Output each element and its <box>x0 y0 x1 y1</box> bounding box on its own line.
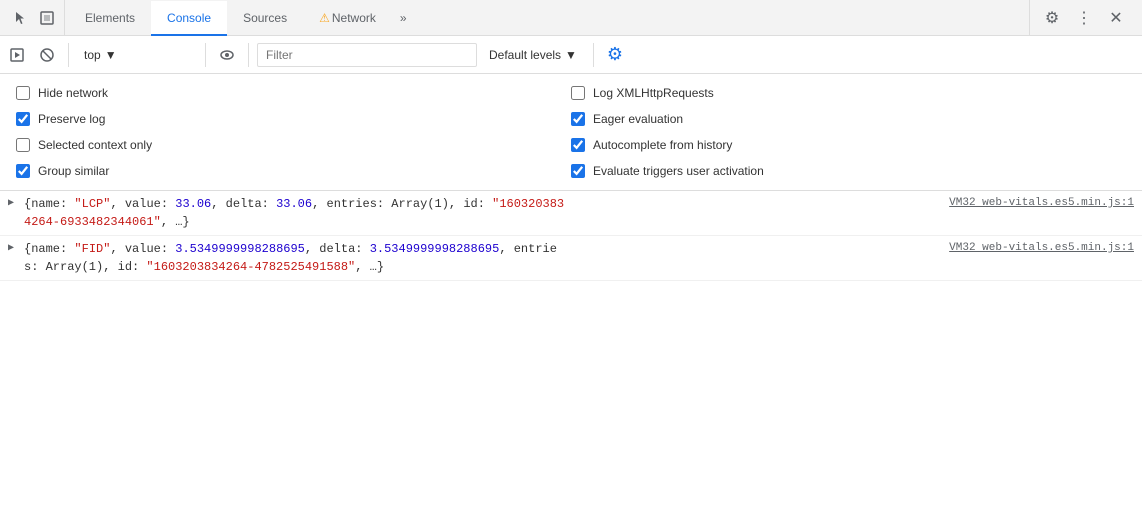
number-value: 33.06 <box>276 197 312 211</box>
checkbox-label-evaluate-triggers[interactable]: Evaluate triggers user activation <box>593 164 764 178</box>
number-value: 33.06 <box>175 197 211 211</box>
inspect-icon[interactable] <box>38 9 56 27</box>
toolbar-row: top ▼ Default levels ▼ ⚙ <box>0 36 1142 74</box>
console-entry-link[interactable]: VM32 web-vitals.es5.min.js:1 <box>949 240 1134 257</box>
console-line: 4264-6933482344061", …} <box>24 213 1134 231</box>
checkbox-label-eager-eval[interactable]: Eager evaluation <box>593 112 683 126</box>
clear-icon[interactable] <box>34 42 60 68</box>
divider-2 <box>205 43 206 67</box>
levels-button[interactable]: Default levels ▼ <box>481 46 585 64</box>
console-entry-lcp-entry: VM32 web-vitals.es5.min.js:1 ▶ {name: "LCP… <box>0 191 1142 236</box>
checkboxes-area: Hide network Log XMLHttpRequests Preserve … <box>0 74 1142 191</box>
number-value: 3.5349999998288695 <box>370 242 500 256</box>
divider-4 <box>593 43 594 67</box>
plain-text: , delta: <box>305 242 370 256</box>
checkbox-row: Preserve log <box>16 108 571 130</box>
checkbox-hide-network[interactable] <box>16 86 30 100</box>
number-value: 3.5349999998288695 <box>175 242 305 256</box>
context-arrow: ▼ <box>105 48 117 62</box>
execute-icon[interactable] <box>4 42 30 68</box>
tab-elements[interactable]: Elements <box>69 1 151 36</box>
plain-text: s: Array(1), id: <box>24 260 146 274</box>
checkbox-group-similar[interactable] <box>16 164 30 178</box>
checkbox-label-group-similar[interactable]: Group similar <box>38 164 109 178</box>
checkbox-row: Selected context only <box>16 134 571 156</box>
plain-text: , value: <box>110 197 175 211</box>
checkbox-autocomplete-history[interactable] <box>571 138 585 152</box>
plain-text: , delta: <box>211 197 276 211</box>
tab-console[interactable]: Console <box>151 1 227 36</box>
checkbox-label-log-xmlhttp[interactable]: Log XMLHttpRequests <box>593 86 714 100</box>
string-value: "FID" <box>74 242 110 256</box>
tab-bar-right: ⚙ ⋮ ✕ <box>1029 0 1138 35</box>
devtools-icons <box>4 0 65 35</box>
tab-bar: Elements Console Sources ⚠ Network » ⚙ ⋮… <box>0 0 1142 36</box>
string-value: "1603203834264-4782525491588" <box>146 260 355 274</box>
divider-3 <box>248 43 249 67</box>
checkbox-label-selected-context[interactable]: Selected context only <box>38 138 152 152</box>
plain-text: , value: <box>110 242 175 256</box>
console-entry-fid-entry: VM32 web-vitals.es5.min.js:1 ▶ {name: "FID… <box>0 236 1142 281</box>
plain-text: , entries: Array(1), id: <box>312 197 492 211</box>
warning-icon: ⚠ <box>319 11 330 25</box>
eye-icon[interactable] <box>214 42 240 68</box>
checkbox-label-autocomplete-history[interactable]: Autocomplete from history <box>593 138 732 152</box>
string-value: "160320383 <box>492 197 564 211</box>
plain-text: , …} <box>355 260 384 274</box>
console-settings-icon[interactable]: ⚙ <box>602 42 628 68</box>
plain-text: {name: <box>24 197 74 211</box>
tab-network[interactable]: ⚠ Network <box>303 1 392 36</box>
checkbox-selected-context[interactable] <box>16 138 30 152</box>
expand-arrow[interactable]: ▶ <box>8 196 14 211</box>
checkbox-preserve-log[interactable] <box>16 112 30 126</box>
levels-arrow: ▼ <box>565 48 577 62</box>
checkbox-row: Log XMLHttpRequests <box>571 82 1126 104</box>
tab-sources[interactable]: Sources <box>227 1 303 36</box>
checkbox-label-hide-network[interactable]: Hide network <box>38 86 108 100</box>
context-selector[interactable]: top ▼ <box>77 45 197 65</box>
checkbox-evaluate-triggers[interactable] <box>571 164 585 178</box>
checkbox-row: Hide network <box>16 82 571 104</box>
cursor-icon[interactable] <box>12 9 30 27</box>
settings-icon[interactable]: ⚙ <box>1038 4 1066 32</box>
checkbox-eager-eval[interactable] <box>571 112 585 126</box>
checkbox-log-xmlhttp[interactable] <box>571 86 585 100</box>
checkbox-row: Evaluate triggers user activation <box>571 160 1126 182</box>
filter-input[interactable] <box>257 43 477 67</box>
checkbox-row: Group similar <box>16 160 571 182</box>
console-entry-link[interactable]: VM32 web-vitals.es5.min.js:1 <box>949 195 1134 212</box>
checkbox-row: Autocomplete from history <box>571 134 1126 156</box>
more-tabs-button[interactable]: » <box>392 11 415 25</box>
more-options-icon[interactable]: ⋮ <box>1070 4 1098 32</box>
string-value: "LCP" <box>74 197 110 211</box>
expand-arrow[interactable]: ▶ <box>8 241 14 256</box>
close-icon[interactable]: ✕ <box>1102 4 1130 32</box>
plain-text: , entrie <box>499 242 557 256</box>
checkbox-row: Eager evaluation <box>571 108 1126 130</box>
console-output: VM32 web-vitals.es5.min.js:1 ▶ {name: "LCP… <box>0 191 1142 281</box>
plain-text: {name: <box>24 242 74 256</box>
plain-text: , …} <box>161 215 190 229</box>
console-line: s: Array(1), id: "1603203834264-47825254… <box>24 258 1134 276</box>
divider-1 <box>68 43 69 67</box>
checkbox-label-preserve-log[interactable]: Preserve log <box>38 112 105 126</box>
string-value: 4264-6933482344061" <box>24 215 161 229</box>
